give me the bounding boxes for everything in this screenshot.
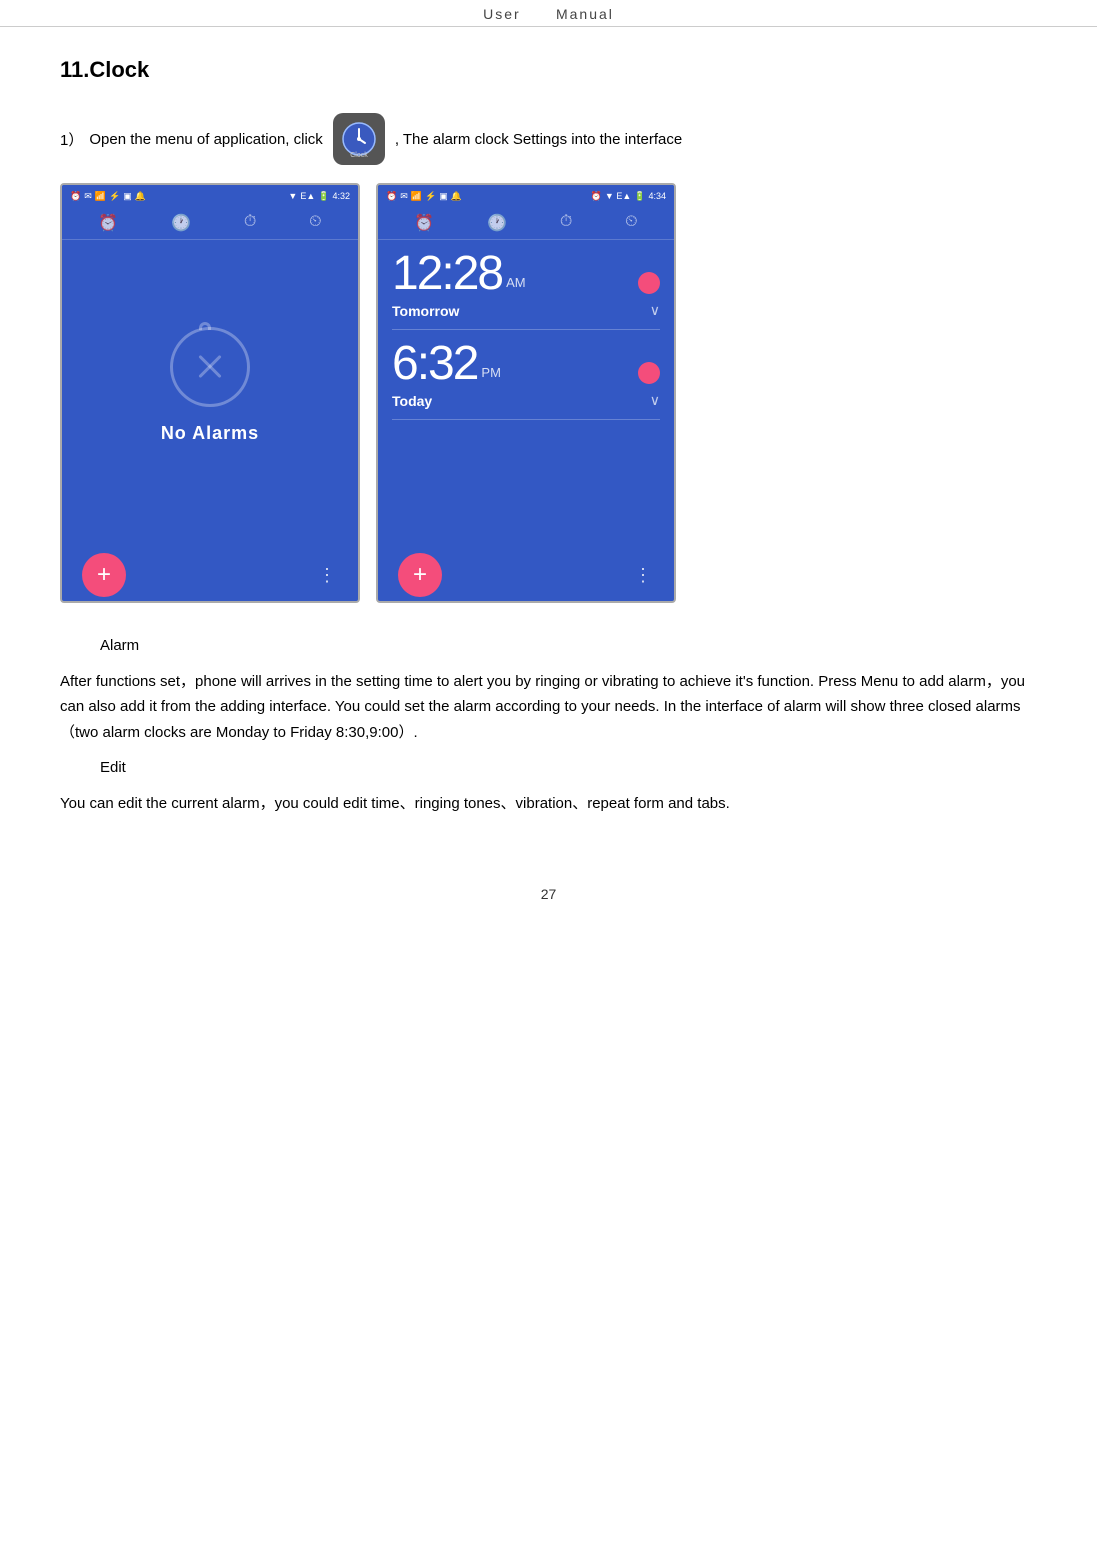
alarm2-ampm: PM — [481, 365, 501, 380]
time-display-right: 4:34 — [648, 191, 666, 201]
step-text-before: Open the menu of application, click — [89, 131, 322, 148]
no-alarm-icon — [170, 327, 250, 407]
alarm1-ampm: AM — [506, 275, 526, 290]
status-right-icons: ▼ E▲ 🔋 4:32 — [288, 191, 350, 202]
battery-icon: 🔋 — [318, 191, 329, 202]
add-alarm-fab-right[interactable]: + — [398, 553, 442, 597]
tab-stopwatch[interactable]: ⏲ — [309, 213, 321, 233]
screenshots-row: ⏰ ✉ 📶 ⚡ ▣ 🔔 ▼ E▲ 🔋 4:32 ⏰ 🕐 ⏱ — [60, 183, 1037, 603]
alarm-heading-text: Alarm — [100, 637, 139, 654]
alarm2-label: Today — [392, 393, 432, 409]
alarm1-time: 12:28 — [392, 250, 502, 298]
tab-alarm-r[interactable]: ⏰ — [414, 213, 434, 233]
header-right: Manual — [556, 6, 614, 22]
alarm-tabs-right: ⏰ 🕐 ⏱ ⏲ — [378, 207, 674, 240]
step-number: 1） — [60, 129, 83, 150]
icon-usb: ⚡ — [109, 191, 120, 202]
screen-alarm-list: ⏰ ✉ 📶 ⚡ ▣ 🔔 ⏰ ▼ E▲ 🔋 4:34 ⏰ 🕐 ⏱ — [376, 183, 676, 603]
alarm2-label-row[interactable]: Today ∨ — [392, 392, 660, 420]
body-para1: After functions set，phone will arrives i… — [60, 669, 1037, 746]
icon-misc: ▣ — [123, 191, 132, 202]
alarm-tabs-left: ⏰ 🕐 ⏱ ⏲ — [62, 207, 358, 240]
body-text: Alarm After functions set，phone will arr… — [60, 633, 1037, 816]
step1-line: 1） Open the menu of application, click C… — [60, 113, 1037, 165]
icon-signal1: 📶 — [95, 191, 106, 202]
tab-timer-r[interactable]: ⏱ — [560, 213, 572, 233]
status-right-left-icons: ⏰ ✉ 📶 ⚡ ▣ 🔔 — [386, 191, 462, 202]
status-bar-right: ⏰ ✉ 📶 ⚡ ▣ 🔔 ⏰ ▼ E▲ 🔋 4:34 — [378, 185, 674, 207]
tab-stopwatch-r[interactable]: ⏲ — [625, 213, 637, 233]
screen-no-alarms: ⏰ ✉ 📶 ⚡ ▣ 🔔 ▼ E▲ 🔋 4:32 ⏰ 🕐 ⏱ — [60, 183, 360, 603]
wifi-icon: ▼ — [288, 191, 297, 201]
icon-alarm: ⏰ — [70, 191, 81, 202]
alarm1-label: Tomorrow — [392, 303, 459, 319]
step-text-after: , The alarm clock Settings into the inte… — [395, 131, 682, 148]
status-left-icons: ⏰ ✉ 📶 ⚡ ▣ 🔔 — [70, 191, 146, 202]
alarm2-time: 6:32 — [392, 340, 477, 388]
edit-heading-text: Edit — [100, 759, 126, 776]
page-number: 27 — [0, 866, 1097, 912]
wifi-icon-r: ⏰ — [591, 191, 602, 202]
alarm1-time-row: 12:28 AM — [392, 250, 660, 298]
page-header: User Manual — [0, 0, 1097, 27]
alarm2-toggle[interactable] — [638, 362, 660, 384]
icon-misc2: 🔔 — [135, 191, 146, 202]
icon-misc-r: ▣ — [439, 191, 448, 202]
alarm1-chevron: ∨ — [650, 302, 660, 319]
tab-clock-r[interactable]: 🕐 — [487, 213, 507, 233]
alarm1-time-container: 12:28 AM — [392, 250, 526, 298]
alarm2-time-container: 6:32 PM — [392, 340, 501, 388]
alarm2-time-row: 6:32 PM — [392, 340, 660, 388]
no-alarms-text: No Alarms — [161, 423, 259, 444]
icon-signal-r: 📶 — [411, 191, 422, 202]
alarm-list-body: 12:28 AM Tomorrow ∨ 6:32 PM — [378, 240, 674, 440]
clock-app-icon: Clock — [333, 113, 385, 165]
signal-icon-r: ▼ E▲ — [605, 191, 631, 201]
body-heading-alarm: Alarm — [100, 633, 1037, 659]
icon-alarm-r: ⏰ — [386, 191, 397, 202]
body-para2: You can edit the current alarm，you could… — [60, 791, 1037, 817]
add-alarm-fab-left[interactable]: + — [82, 553, 126, 597]
bottom-bar-left: + ⋮ — [62, 549, 358, 601]
no-alarms-body: No Alarms — [62, 240, 358, 530]
bell-top — [199, 322, 211, 330]
tab-alarm[interactable]: ⏰ — [98, 213, 118, 233]
signal-icon: E▲ — [300, 191, 315, 201]
battery-icon-r: 🔋 — [634, 191, 645, 202]
time-display-left: 4:32 — [332, 191, 350, 201]
icon-msg: ✉ — [84, 191, 92, 202]
alarm2-chevron: ∨ — [650, 392, 660, 409]
header-left: User — [483, 6, 521, 22]
alarm1-toggle[interactable] — [638, 272, 660, 294]
bottom-bar-right: + ⋮ — [378, 549, 674, 601]
more-menu-left[interactable]: ⋮ — [318, 565, 338, 586]
icon-usb-r: ⚡ — [425, 191, 436, 202]
status-bar-left: ⏰ ✉ 📶 ⚡ ▣ 🔔 ▼ E▲ 🔋 4:32 — [62, 185, 358, 207]
tab-clock[interactable]: 🕐 — [171, 213, 191, 233]
body-heading-edit: Edit — [100, 755, 1037, 781]
more-menu-right[interactable]: ⋮ — [634, 565, 654, 586]
svg-text:Clock: Clock — [350, 152, 368, 159]
section-title: 11.Clock — [60, 57, 1037, 83]
icon-misc2-r: 🔔 — [451, 191, 462, 202]
icon-msg-r: ✉ — [400, 191, 408, 202]
alarm1-label-row[interactable]: Tomorrow ∨ — [392, 302, 660, 330]
tab-timer[interactable]: ⏱ — [244, 213, 256, 233]
status-right-right-icons: ⏰ ▼ E▲ 🔋 4:34 — [591, 191, 666, 202]
